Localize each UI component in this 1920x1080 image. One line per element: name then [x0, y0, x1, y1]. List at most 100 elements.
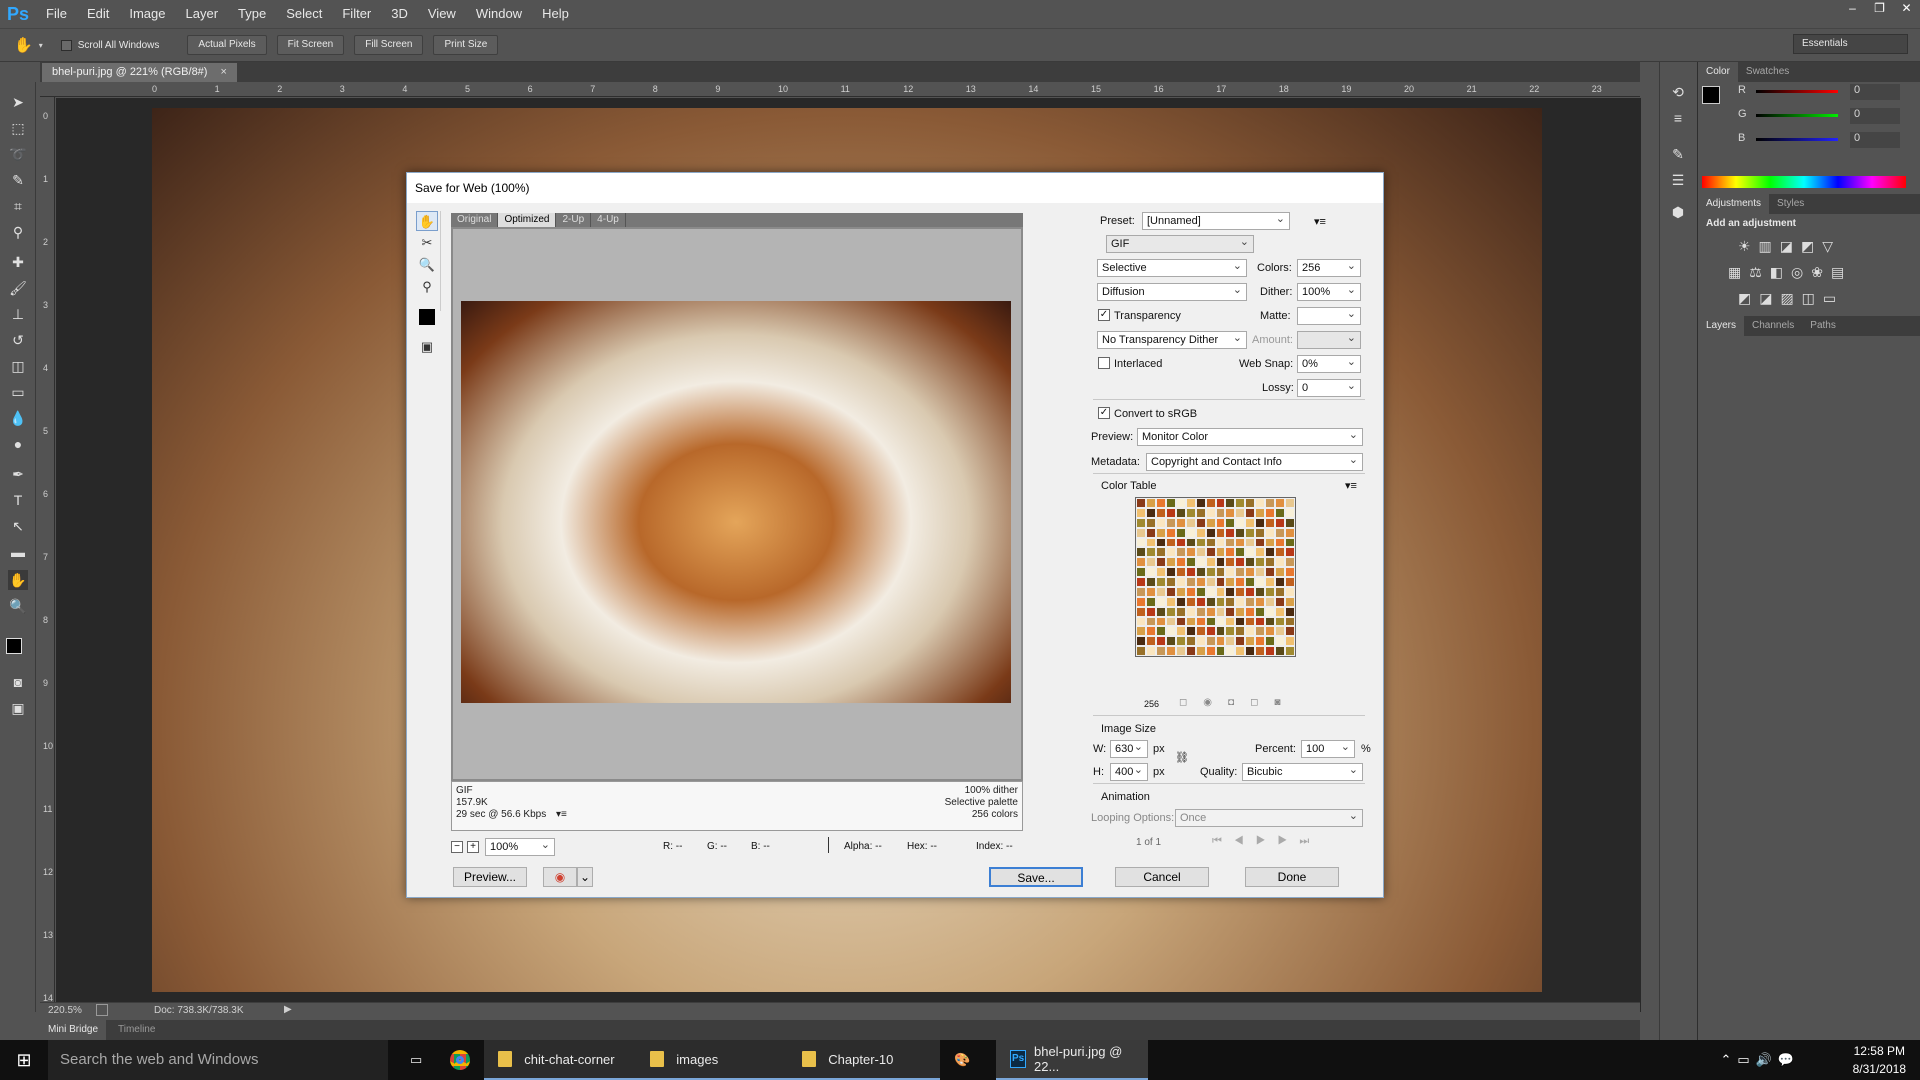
color-swatch[interactable] — [1145, 517, 1156, 528]
color-swatch[interactable] — [1185, 577, 1196, 587]
color-table-menu-icon[interactable]: ▾≡ — [1345, 479, 1357, 492]
color-swatch[interactable] — [1245, 577, 1256, 587]
color-swatch[interactable] — [1165, 517, 1176, 528]
color-swatch[interactable] — [1235, 567, 1246, 577]
color-swatch[interactable] — [1255, 557, 1266, 568]
zoom-tool-icon[interactable]: 🔍 — [8, 596, 28, 616]
color-swatch[interactable] — [1175, 646, 1186, 656]
color-swatch[interactable] — [1195, 626, 1206, 637]
color-swatch[interactable] — [1275, 507, 1286, 518]
color-swatch[interactable] — [1245, 567, 1256, 577]
color-swatch[interactable] — [1136, 596, 1146, 607]
zoom-in-button[interactable]: + — [467, 841, 479, 853]
dialog-slice-select-tool-icon[interactable]: ✂ — [416, 233, 438, 253]
done-button[interactable]: Done — [1245, 867, 1339, 887]
dialog-hand-tool-icon[interactable]: ✋ — [416, 211, 438, 231]
workspace-select[interactable]: Essentials — [1793, 34, 1908, 54]
color-swatch[interactable] — [1195, 636, 1206, 647]
color-swatch[interactable] — [1235, 606, 1246, 617]
color-swatch[interactable] — [1205, 547, 1216, 558]
color-swatch[interactable] — [1245, 498, 1256, 508]
color-swatch[interactable] — [1215, 517, 1226, 528]
color-swatch[interactable] — [1205, 577, 1216, 587]
pen-tool-icon[interactable]: ✒ — [8, 464, 28, 484]
scroll-all-windows-checkbox[interactable] — [60, 39, 72, 51]
zoom-select[interactable]: 100% — [485, 837, 555, 856]
b-slider[interactable] — [1756, 138, 1838, 141]
color-swatch[interactable] — [1195, 616, 1206, 627]
screen-mode-icon[interactable]: ▣ — [8, 698, 28, 718]
color-swatch[interactable] — [1185, 646, 1196, 656]
hand-tool-icon[interactable]: ✋ — [14, 36, 33, 54]
dither-algorithm-select[interactable]: Diffusion — [1097, 282, 1247, 301]
color-swatch[interactable] — [1285, 527, 1295, 538]
lossy-field[interactable]: 0 — [1297, 378, 1361, 397]
g-value[interactable]: 0 — [1850, 108, 1900, 124]
color-swatch[interactable] — [1185, 517, 1196, 528]
color-swatch[interactable] — [1235, 616, 1246, 627]
color-swatch[interactable] — [1275, 547, 1286, 558]
marquee-tool-icon[interactable]: ⬚ — [8, 118, 28, 138]
color-swatch[interactable] — [1225, 507, 1236, 518]
type-tool-icon[interactable]: T — [8, 490, 28, 510]
color-swatch[interactable] — [1185, 636, 1196, 647]
color-swatch[interactable] — [1155, 626, 1166, 637]
color-swatch[interactable] — [1265, 547, 1276, 558]
color-swatch[interactable] — [1195, 577, 1206, 587]
color-swatch[interactable] — [1275, 557, 1286, 568]
color-swatch[interactable] — [1195, 537, 1206, 548]
color-swatch[interactable] — [1185, 616, 1196, 627]
color-swatch[interactable] — [1165, 547, 1176, 558]
color-swatch[interactable] — [1225, 527, 1236, 538]
color-swatch[interactable] — [1275, 626, 1286, 637]
menu-help[interactable]: Help — [532, 0, 579, 28]
color-swatch[interactable] — [1275, 498, 1286, 508]
taskbar-item-chapter-10[interactable]: Chapter-10 — [788, 1040, 941, 1080]
color-swatch[interactable] — [1265, 626, 1276, 637]
color-swatch[interactable] — [1195, 586, 1206, 597]
fill-screen-button[interactable]: Fill Screen — [354, 35, 424, 55]
color-swatch[interactable] — [1175, 537, 1186, 548]
color-swatch[interactable] — [1155, 567, 1166, 577]
color-swatch[interactable] — [1215, 626, 1226, 637]
color-swatch[interactable] — [1225, 547, 1236, 558]
color-swatch[interactable] — [1215, 527, 1226, 538]
color-swatch[interactable] — [1215, 507, 1226, 518]
color-swatch[interactable] — [1225, 586, 1236, 597]
color-swatch[interactable] — [1215, 577, 1226, 587]
status-menu-arrow-icon[interactable]: ▶ — [284, 1004, 292, 1015]
hand-tool-icon[interactable]: ✋ — [8, 570, 28, 590]
menu-file[interactable]: File — [36, 0, 77, 28]
color-swatch[interactable] — [1145, 646, 1156, 656]
save-button[interactable]: Save... — [989, 867, 1083, 887]
status-icon[interactable] — [96, 1004, 108, 1016]
color-swatch[interactable] — [1175, 547, 1186, 558]
color-swatch[interactable] — [1215, 596, 1226, 607]
transparency-checkbox[interactable]: ✓ — [1098, 309, 1110, 321]
menu-edit[interactable]: Edit — [77, 0, 119, 28]
color-swatch[interactable] — [1245, 517, 1256, 528]
tab-layers[interactable]: Layers — [1698, 316, 1745, 336]
tab-paths[interactable]: Paths — [1802, 316, 1844, 336]
color-swatch[interactable] — [1235, 537, 1246, 548]
color-swatch[interactable] — [1265, 527, 1276, 538]
color-swatch[interactable] — [1245, 646, 1256, 656]
color-table-action-icons[interactable]: ◻◉◘◻◙ — [1179, 697, 1296, 708]
color-swatch[interactable] — [1225, 537, 1236, 548]
brush-tool-icon[interactable]: 🖌 — [8, 278, 28, 298]
r-slider[interactable] — [1756, 90, 1838, 93]
width-field[interactable]: 630 — [1110, 739, 1148, 758]
color-swatch[interactable] — [1265, 636, 1276, 647]
color-swatch[interactable] — [1245, 636, 1256, 647]
matte-select[interactable] — [1297, 306, 1361, 325]
color-swatch[interactable] — [1255, 507, 1266, 518]
color-swatch[interactable] — [1205, 537, 1216, 548]
color-swatch[interactable] — [1145, 606, 1156, 617]
tab-timeline[interactable]: Timeline — [118, 1020, 155, 1040]
dialog-zoom-tool-icon[interactable]: 🔍 — [416, 255, 438, 275]
color-swatch[interactable] — [1275, 537, 1286, 548]
color-swatch[interactable] — [1145, 626, 1156, 637]
foreground-color-swatch[interactable] — [6, 638, 22, 654]
color-swatch[interactable] — [1205, 567, 1216, 577]
task-view-icon[interactable]: ▭ — [396, 1040, 436, 1080]
